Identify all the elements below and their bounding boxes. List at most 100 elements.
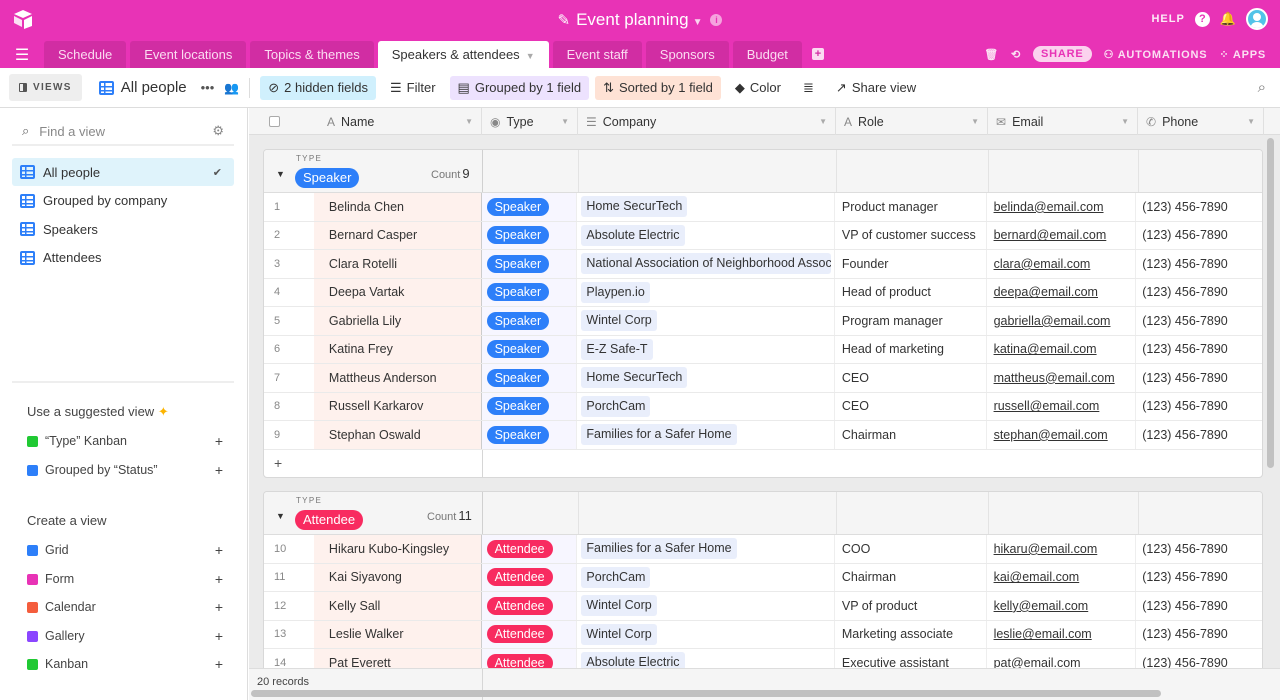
email-link[interactable]: belinda@email.com <box>994 200 1104 214</box>
name-cell[interactable]: Belinda Chen <box>313 193 482 221</box>
company-cell[interactable]: Absolute Electric <box>577 221 835 249</box>
name-cell[interactable]: Deepa Vartak <box>313 278 482 306</box>
table-row[interactable]: 1 Belinda Chen Speaker Home SecurTech Produc… <box>264 193 1262 222</box>
role-cell[interactable]: Program manager <box>835 307 987 335</box>
search-icon[interactable]: ⌕ <box>1258 79 1266 96</box>
linked-record-chip[interactable]: Families for a Safer Home <box>581 424 737 446</box>
phone-cell[interactable]: (123) 456-7890 <box>1136 193 1262 221</box>
chevron-down-icon[interactable]: ▼ <box>1121 117 1129 126</box>
company-cell[interactable]: Playpen.io <box>577 278 835 306</box>
role-cell[interactable]: CEO <box>835 364 987 392</box>
role-cell[interactable]: Chairman <box>835 421 987 449</box>
user-avatar[interactable] <box>1246 8 1268 30</box>
company-cell[interactable]: Families for a Safer Home <box>577 535 835 563</box>
email-cell[interactable]: leslie@email.com <box>987 620 1137 648</box>
company-cell[interactable]: E-Z Safe-T <box>577 335 835 363</box>
name-cell[interactable]: Russell Karkarov <box>313 392 482 420</box>
role-cell[interactable]: VP of customer success <box>835 221 987 249</box>
filter-button[interactable]: ☰ Filter <box>382 76 444 100</box>
plus-icon[interactable]: + <box>215 599 223 615</box>
column-header-role[interactable]: A Role ▼ <box>836 108 988 135</box>
view-item-speakers[interactable]: Speakers <box>12 215 234 243</box>
name-cell[interactable]: Kelly Sall <box>313 592 482 620</box>
role-cell[interactable]: Marketing associate <box>835 620 987 648</box>
linked-record-chip[interactable]: Wintel Corp <box>581 623 657 645</box>
plus-icon[interactable]: + <box>215 628 223 644</box>
linked-record-chip[interactable]: PorchCam <box>581 395 651 417</box>
linked-record-chip[interactable]: E-Z Safe-T <box>581 338 653 360</box>
plus-icon[interactable]: + <box>215 656 223 672</box>
table-row[interactable]: 13 Leslie Walker Attendee Wintel Corp Market… <box>264 620 1262 649</box>
phone-cell[interactable]: (123) 456-7890 <box>1136 250 1262 278</box>
view-item-grouped-by-company[interactable]: Grouped by company <box>12 187 234 215</box>
phone-cell[interactable]: (123) 456-7890 <box>1136 222 1262 250</box>
chevron-down-icon[interactable]: ▼ <box>1247 117 1255 126</box>
tab-event-staff[interactable]: Event staff <box>552 41 642 68</box>
type-cell[interactable]: Speaker <box>481 335 578 363</box>
select-all-checkbox[interactable] <box>268 116 280 127</box>
tab-topics-themes[interactable]: Topics & themes <box>250 41 374 68</box>
create-calendar-view[interactable]: Calendar + <box>27 597 223 617</box>
sort-button[interactable]: ⇅ Sorted by 1 field <box>595 75 721 100</box>
linked-record-chip[interactable]: Playpen.io <box>581 281 650 303</box>
name-cell[interactable]: Leslie Walker <box>313 620 482 648</box>
base-title[interactable]: ✎ Event planning ▼ i <box>0 10 1280 30</box>
column-header-name[interactable]: A Name ▼ <box>249 108 482 135</box>
email-cell[interactable]: gabriella@email.com <box>987 307 1137 335</box>
name-cell[interactable]: Kai Siyavong <box>313 563 482 591</box>
column-header-company[interactable]: ☰ Company ▼ <box>578 108 836 135</box>
create-gallery-view[interactable]: Gallery + <box>27 626 223 646</box>
role-cell[interactable]: Product manager <box>835 193 987 221</box>
type-cell[interactable]: Speaker <box>481 392 578 420</box>
company-cell[interactable]: PorchCam <box>577 563 835 591</box>
email-link[interactable]: leslie@email.com <box>994 627 1092 641</box>
role-cell[interactable]: VP of product <box>835 592 987 620</box>
chevron-down-icon[interactable]: ▼ <box>561 117 569 126</box>
chevron-down-icon[interactable]: ▼ <box>971 117 979 126</box>
chevron-down-icon[interactable]: ▼ <box>819 117 827 126</box>
history-icon[interactable]: ⟲ <box>1011 48 1021 61</box>
company-cell[interactable]: Families for a Safer Home <box>577 421 835 449</box>
email-cell[interactable]: stephan@email.com <box>987 421 1137 449</box>
add-table-icon[interactable]: + <box>811 48 824 60</box>
email-cell[interactable]: deepa@email.com <box>987 278 1137 306</box>
phone-cell[interactable]: (123) 456-7890 <box>1136 336 1262 364</box>
table-row[interactable]: 12 Kelly Sall Attendee Wintel Corp VP of pro… <box>264 592 1262 621</box>
email-link[interactable]: katina@email.com <box>994 342 1097 356</box>
share-view-button[interactable]: ↗ Share view <box>828 76 924 100</box>
column-header-email[interactable]: ✉ Email ▼ <box>988 108 1138 135</box>
horizontal-scrollbar[interactable] <box>251 690 1161 697</box>
name-cell[interactable]: Clara Rotelli <box>313 250 482 278</box>
type-cell[interactable]: Speaker <box>481 250 578 278</box>
chevron-down-icon[interactable]: ▼ <box>465 117 473 126</box>
role-cell[interactable]: COO <box>835 535 987 563</box>
email-link[interactable]: clara@email.com <box>994 257 1091 271</box>
name-cell[interactable]: Katina Frey <box>313 335 482 363</box>
suggested-grouped-by-status[interactable]: Grouped by “Status” + <box>27 460 223 480</box>
name-cell[interactable]: Mattheus Anderson <box>313 364 482 392</box>
tab-sponsors[interactable]: Sponsors <box>645 41 729 68</box>
automations-button[interactable]: ⚇ AUTOMATIONS <box>1104 48 1208 61</box>
info-icon[interactable]: i <box>710 14 723 26</box>
email-link[interactable]: russell@email.com <box>994 399 1100 413</box>
type-cell[interactable]: Speaker <box>481 278 578 306</box>
email-link[interactable]: bernard@email.com <box>994 228 1107 242</box>
table-row[interactable]: 3 Clara Rotelli Speaker National Associatio… <box>264 250 1262 279</box>
email-link[interactable]: mattheus@email.com <box>994 371 1115 385</box>
table-row[interactable]: 7 Mattheus Anderson Speaker Home SecurTech C… <box>264 364 1262 393</box>
tab-event-locations[interactable]: Event locations <box>130 41 247 68</box>
type-cell[interactable]: Speaker <box>481 307 578 335</box>
email-cell[interactable]: kai@email.com <box>987 563 1137 591</box>
type-cell[interactable]: Attendee <box>481 620 578 648</box>
suggested-type-kanban[interactable]: “Type” Kanban + <box>27 431 223 451</box>
type-cell[interactable]: Attendee <box>481 535 578 563</box>
tab-schedule[interactable]: Schedule <box>44 41 127 68</box>
table-row[interactable]: 4 Deepa Vartak Speaker Playpen.io Head of pr… <box>264 278 1262 307</box>
phone-cell[interactable]: (123) 456-7890 <box>1136 592 1262 620</box>
email-link[interactable]: hikaru@email.com <box>994 542 1098 556</box>
role-cell[interactable]: Founder <box>835 250 987 278</box>
plus-icon[interactable]: + <box>215 542 223 558</box>
views-toggle-button[interactable]: VIEWS <box>9 74 82 101</box>
help-button[interactable]: HELP <box>1151 13 1184 25</box>
role-cell[interactable]: Chairman <box>835 563 987 591</box>
